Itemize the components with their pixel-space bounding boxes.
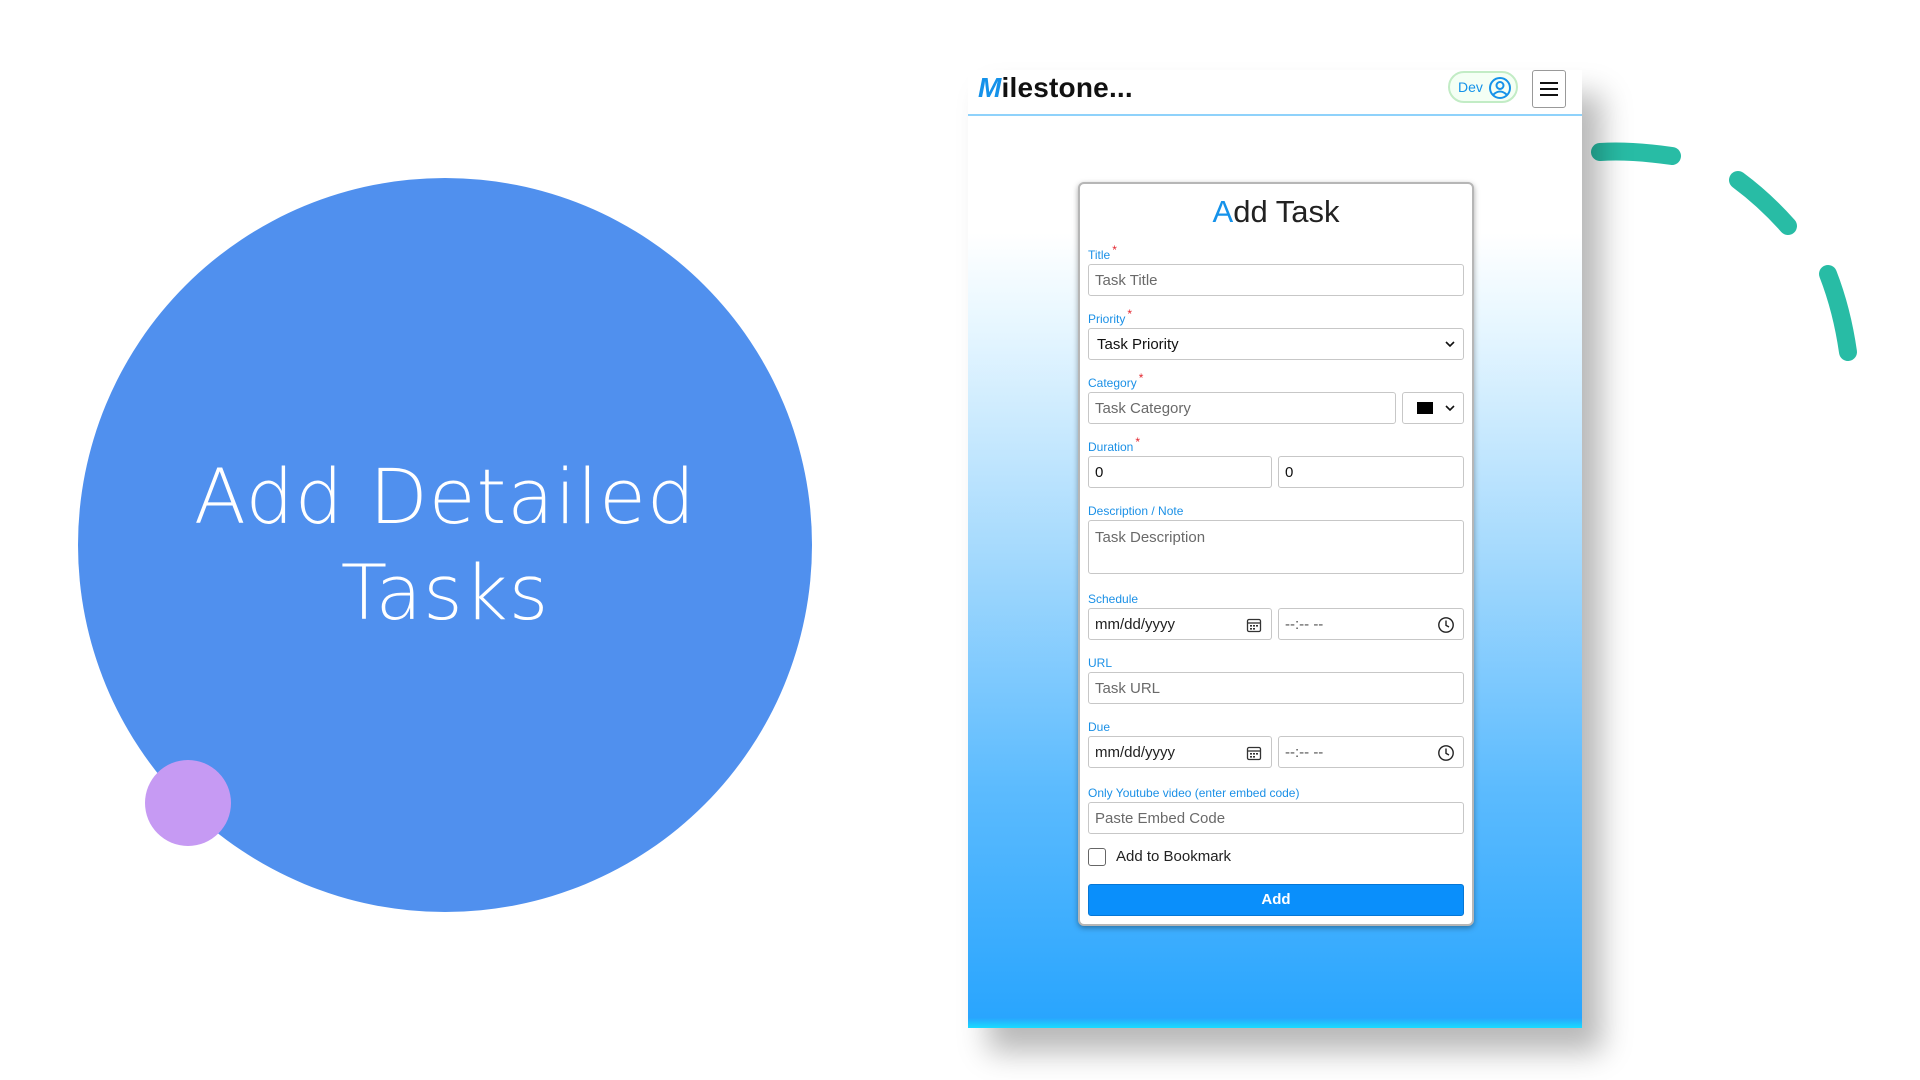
priority-selected-value: Task Priority [1097,335,1179,353]
schedule-date-placeholder: mm/dd/yyyy [1095,616,1176,633]
hero-title: Add Detailed Tasks [145,449,745,641]
brand-name: ilestone... [1001,72,1133,103]
add-task-button[interactable]: Add [1088,884,1464,916]
description-placeholder: Task Description [1095,529,1206,546]
calendar-icon[interactable] [1245,616,1263,634]
duration-hours-input[interactable] [1088,456,1272,488]
due-label: Due [1088,720,1111,734]
bookmark-checkbox[interactable] [1088,848,1106,866]
chevron-down-icon [1445,341,1455,348]
url-label: URL [1088,656,1113,670]
category-label: Category * [1088,371,1144,390]
user-name: Dev [1458,79,1483,95]
hero-title-line1: Add Detailed [193,452,697,541]
embed-label: Only Youtube video (enter embed code) [1088,786,1300,800]
color-swatch [1417,402,1433,414]
description-label: Description / Note [1088,504,1184,518]
accent-dot [145,760,231,846]
due-date-placeholder: mm/dd/yyyy [1095,744,1176,761]
title-input[interactable] [1088,264,1464,296]
required-mark: * [1138,371,1144,385]
duration-minutes-input[interactable] [1278,456,1464,488]
clock-icon[interactable] [1437,616,1455,634]
navbar: Milestone... Dev [968,70,1582,116]
dashed-arc-decoration [1591,142,1857,361]
card-title: Add Task [1212,194,1340,229]
priority-select[interactable]: Task Priority [1088,328,1464,360]
required-mark: * [1112,243,1117,257]
user-menu-button[interactable]: Dev [1448,71,1518,103]
brand-logo[interactable]: Milestone... [978,72,1133,104]
due-time-placeholder: --:-- -- [1285,744,1324,761]
title-label: Title * [1088,243,1117,262]
brand-initial: M [978,72,1002,103]
hamburger-menu-button[interactable] [1532,70,1566,108]
required-mark: * [1135,435,1141,449]
embed-code-input[interactable] [1088,802,1464,834]
category-color-picker[interactable] [1402,392,1464,424]
priority-label: Priority * [1088,307,1133,326]
calendar-icon[interactable] [1245,744,1263,762]
bookmark-label[interactable]: Add to Bookmark [1116,848,1231,865]
schedule-label: Schedule [1088,592,1139,606]
required-mark: * [1127,307,1133,321]
schedule-date-input[interactable]: mm/dd/yyyy [1088,608,1272,640]
category-input[interactable] [1088,392,1396,424]
hero-title-line2: Tasks [340,548,550,637]
schedule-time-input[interactable]: --:-- -- [1278,608,1464,640]
chevron-down-icon [1445,405,1455,412]
add-task-card: Add Task Title* Priority* Task Priority … [1078,182,1474,926]
clock-icon[interactable] [1437,744,1455,762]
app-window: Milestone... Dev Add Task Title* Priorit… [968,70,1582,1028]
due-time-input[interactable]: --:-- -- [1278,736,1464,768]
description-textarea[interactable]: Task Description [1088,520,1464,574]
url-input[interactable] [1088,672,1464,704]
due-date-input[interactable]: mm/dd/yyyy [1088,736,1272,768]
hamburger-icon [1540,82,1558,84]
user-circle-icon [1489,77,1511,99]
duration-label: Duration * [1088,435,1141,454]
schedule-time-placeholder: --:-- -- [1285,616,1324,633]
